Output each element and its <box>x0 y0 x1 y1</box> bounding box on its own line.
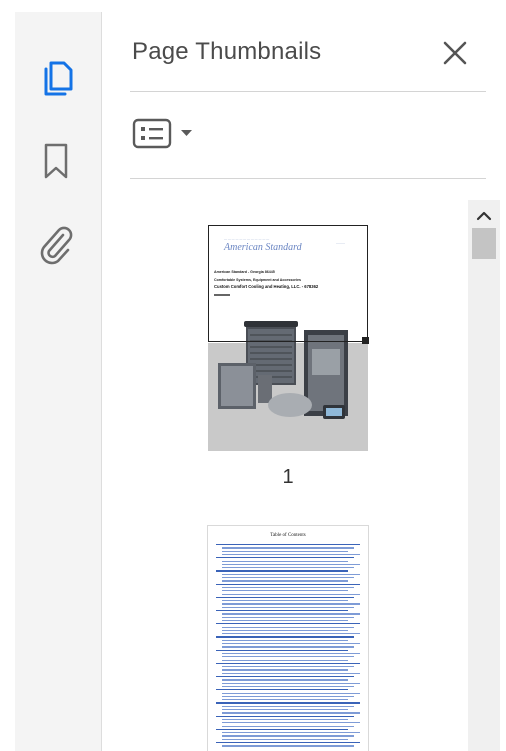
toc-entry-line <box>216 742 360 744</box>
toc-entry-line <box>222 699 348 701</box>
toc-entry-line <box>222 725 354 727</box>
toc-entry-line <box>222 712 360 714</box>
toc-entry-line <box>222 718 348 721</box>
page-thumbnails-button[interactable] <box>31 54 81 104</box>
toc-entry-line <box>222 735 354 737</box>
toc-entry-line <box>222 590 348 592</box>
scroll-up-button[interactable] <box>468 202 500 230</box>
page-thumbnails-panel: Page Thumbnails — — — — — — — — — — — — <box>102 12 506 751</box>
toc-entry-line <box>222 553 360 556</box>
attachment-icon <box>40 226 73 265</box>
toc-entry-line <box>222 652 360 655</box>
toc-entry-line <box>216 583 360 585</box>
toc-entry-line <box>222 705 354 707</box>
chevron-up-icon <box>476 211 492 221</box>
toc-entry-line <box>222 738 348 740</box>
toc-entry-line <box>222 560 348 562</box>
toc-entry-line <box>222 745 354 747</box>
toc-entry-line <box>222 633 360 635</box>
toc-entry-line <box>222 732 360 734</box>
toc-entry-line <box>216 596 354 599</box>
toc-entry-line <box>216 610 348 612</box>
toc-entry-line <box>216 715 354 717</box>
toc-entry-line <box>216 676 354 678</box>
page-thumbnails-icon <box>44 61 73 96</box>
vertical-scrollbar[interactable] <box>468 200 500 751</box>
chevron-down-icon <box>181 130 192 136</box>
visible-area-frame[interactable] <box>208 225 368 342</box>
scrollbar-thumb[interactable] <box>472 228 496 259</box>
bookmark-icon <box>44 143 68 179</box>
toc-entry-line <box>222 685 354 688</box>
toc-entry-line <box>222 672 360 674</box>
toc-entry-line <box>216 570 348 572</box>
left-navigation-rail <box>15 12 111 751</box>
toc-entry-line <box>216 636 354 638</box>
panel-title: Page Thumbnails <box>132 38 322 65</box>
toc-entry-line <box>222 669 348 671</box>
resize-handle[interactable] <box>362 337 369 344</box>
toc-entry-line <box>222 613 360 615</box>
toc-entry-line <box>216 728 348 731</box>
toc-entry-line <box>216 689 348 691</box>
toc-entry-line <box>222 550 348 552</box>
toc-entry-line <box>222 563 360 566</box>
toc-entry-line <box>222 573 360 575</box>
toc-entry-line <box>222 586 354 589</box>
toc-entry-line <box>222 577 354 579</box>
thumbnails-scroll-area[interactable]: — — — — — — — — — — — — American Standar… <box>102 188 506 751</box>
toc-entry-line <box>222 656 354 658</box>
toc-entry-line <box>222 643 360 645</box>
toc-entry-line <box>222 646 354 648</box>
toc-entry-line <box>216 623 360 625</box>
toc-entry-line <box>222 639 348 641</box>
page-2-heading: Table of Contents <box>270 533 306 538</box>
thumbnail-options-icon <box>132 118 192 149</box>
toc-entry-line <box>216 557 354 559</box>
toc-entry-line <box>216 544 360 546</box>
header-divider <box>130 91 486 92</box>
toc-entry-line <box>222 616 354 618</box>
toc-entry-line <box>222 629 348 632</box>
toc-entry-line <box>222 666 354 668</box>
page-number-label-1: 1 <box>282 466 294 488</box>
toc-entry-line <box>222 619 348 622</box>
toc-entry-line <box>222 580 348 582</box>
close-panel-button[interactable] <box>440 38 470 68</box>
thumbnail-options-menu-button[interactable] <box>132 117 202 151</box>
toc-entry-line <box>222 682 360 684</box>
toc-entry-line <box>222 626 354 628</box>
toc-entry-line <box>222 547 354 549</box>
close-icon <box>443 41 467 65</box>
toc-entry-line <box>222 709 348 711</box>
toc-entry-line <box>216 649 348 651</box>
page-thumbnail-2[interactable]: Table of Contents <box>208 526 368 751</box>
toc-entry-line <box>222 567 354 569</box>
attachments-button[interactable] <box>31 220 81 270</box>
toc-entry-line <box>222 692 360 694</box>
toc-entry-line <box>216 702 360 704</box>
toc-entry-line <box>222 659 348 661</box>
toc-entry-line <box>222 695 354 698</box>
toc-entry-line <box>222 679 348 681</box>
toc-entry-line <box>222 593 360 595</box>
toolbar-divider <box>130 178 486 179</box>
bookmarks-button[interactable] <box>31 136 81 186</box>
toc-entry-line <box>222 722 360 724</box>
toc-entry-line <box>222 600 348 602</box>
toc-entry-line <box>222 606 354 608</box>
toc-entry-line <box>222 603 360 605</box>
toc-entry-line <box>216 662 360 665</box>
